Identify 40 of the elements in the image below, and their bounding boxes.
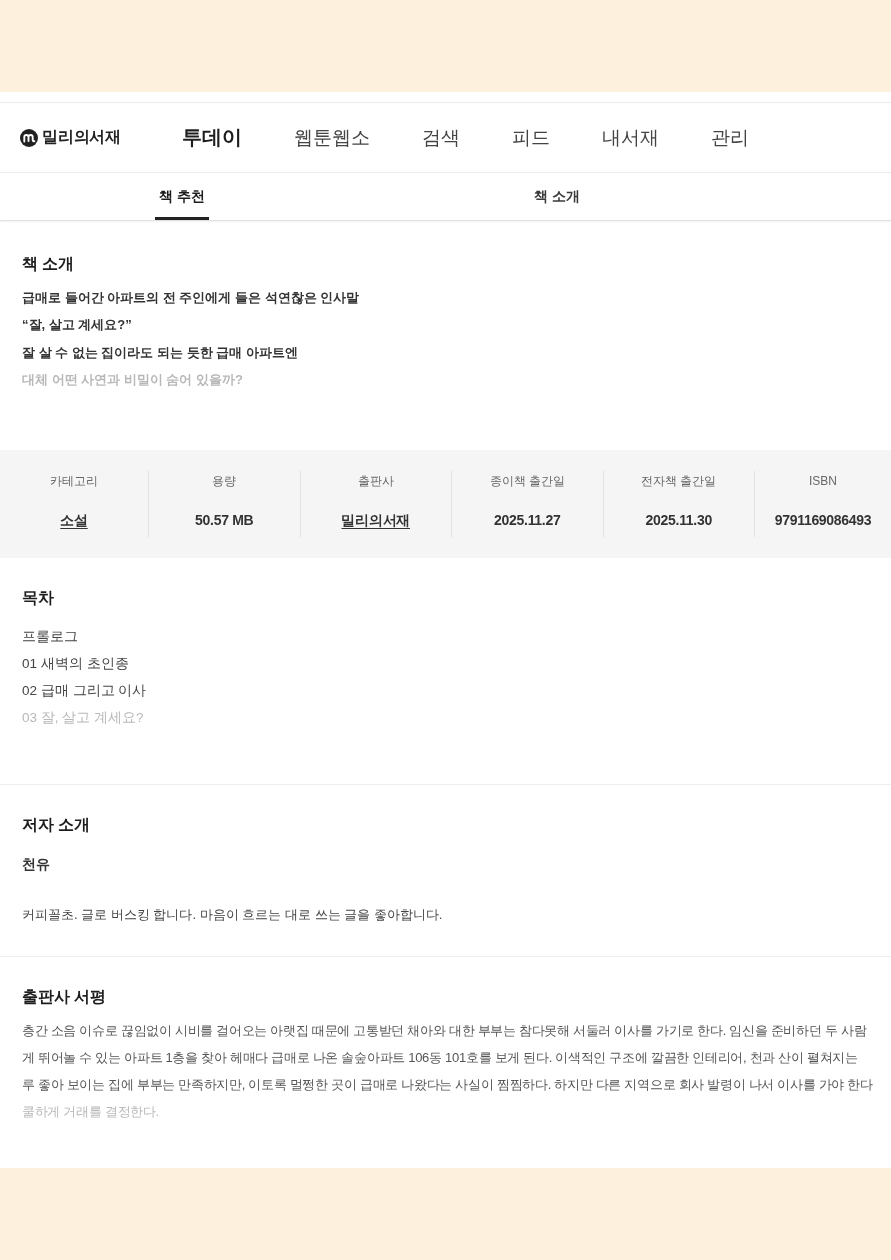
nav-tab[interactable]: 피드: [512, 124, 550, 151]
info-label: 출판사: [357, 473, 394, 490]
logo-text[interactable]: 밀리의서재: [42, 127, 121, 148]
section-heading: 목차: [22, 588, 54, 608]
intro-line: 잘 살 수 없는 집이라도 되는 듯한 급매 아파트엔: [22, 343, 298, 362]
author-bio: 커피꼴초. 글로 버스킹 합니다. 마음이 흐르는 대로 쓰는 글을 좋아합니다.: [22, 906, 443, 924]
section-heading: 저자 소개: [22, 815, 91, 835]
info-label: 카테고리: [50, 473, 98, 490]
intro-line: 대체 어떤 사연과 비밀이 숨어 있을까?: [22, 371, 243, 389]
info-link[interactable]: 소설: [60, 509, 88, 531]
section-heading: 출판사 서평: [22, 987, 107, 1007]
nav-tab[interactable]: 웹툰웹소: [294, 124, 370, 151]
section-heading: 책 소개: [22, 254, 75, 274]
info-label: ISBN: [809, 473, 837, 490]
info-value: 9791169086493: [774, 511, 872, 530]
info-label: 용량: [212, 473, 237, 490]
intro-line: “잘, 살고 계세요?”: [22, 316, 132, 334]
toc-item: 03 잘, 살고 계세요?: [22, 708, 144, 727]
sub-tab[interactable]: 책 소개: [530, 173, 584, 220]
info-value: 2025.11.27: [494, 511, 561, 530]
review-line: 게 뛰어놀 수 있는 아파트 1층을 찾아 헤매다 급매로 나온 솔숲아파트 106동 101호를 보게 된다. 이색적인 구조에 깔끔한 인테리어, 천과 산이 펼쳐지는: [22, 1048, 858, 1067]
info-link[interactable]: 밀리의서재: [341, 509, 410, 531]
toc-item: 01 새벽의 초인종: [22, 654, 129, 673]
intro-line: 급매로 들어간 아파트의 전 주인에게 들은 석연찮은 인사말: [22, 288, 360, 307]
nav-tab[interactable]: 투데이: [182, 124, 242, 151]
toc-item: 02 급매 그리고 이사: [22, 681, 147, 700]
review-line: 층간 소음 이슈로 끊임없이 시비를 걸어오는 아랫집 때문에 고통받던 채아와 대한 부부는 참다못해 서둘러 이사를 가기로 한다. 임신을 준비하던 두 사람: [22, 1021, 867, 1040]
review-line: 쿨하게 거래를 결정한다.: [22, 1103, 159, 1122]
info-label: 전자책 출간일: [641, 473, 717, 490]
sub-tab[interactable]: 책 추천: [155, 173, 209, 220]
nav-tab[interactable]: 내서재: [602, 124, 659, 151]
nav-tab[interactable]: 검색: [422, 124, 460, 151]
logo-icon[interactable]: [20, 128, 38, 147]
info-label: 종이책 출간일: [489, 473, 565, 490]
info-value: 50.57 MB: [195, 511, 254, 530]
review-line: 루 좋아 보이는 집에 부부는 만족하지만, 이토록 멀쩡한 곳이 급매로 나왔다는 사실이 찜찜하다. 하지만 다른 지역으로 회사 발령이 나서 이사를 가야 한다: [22, 1076, 873, 1095]
nav-tab[interactable]: 관리: [711, 124, 749, 151]
info-value: 2025.11.30: [645, 511, 712, 530]
author-name: 천유: [22, 855, 50, 874]
toc-item: 프롤로그: [22, 627, 78, 646]
